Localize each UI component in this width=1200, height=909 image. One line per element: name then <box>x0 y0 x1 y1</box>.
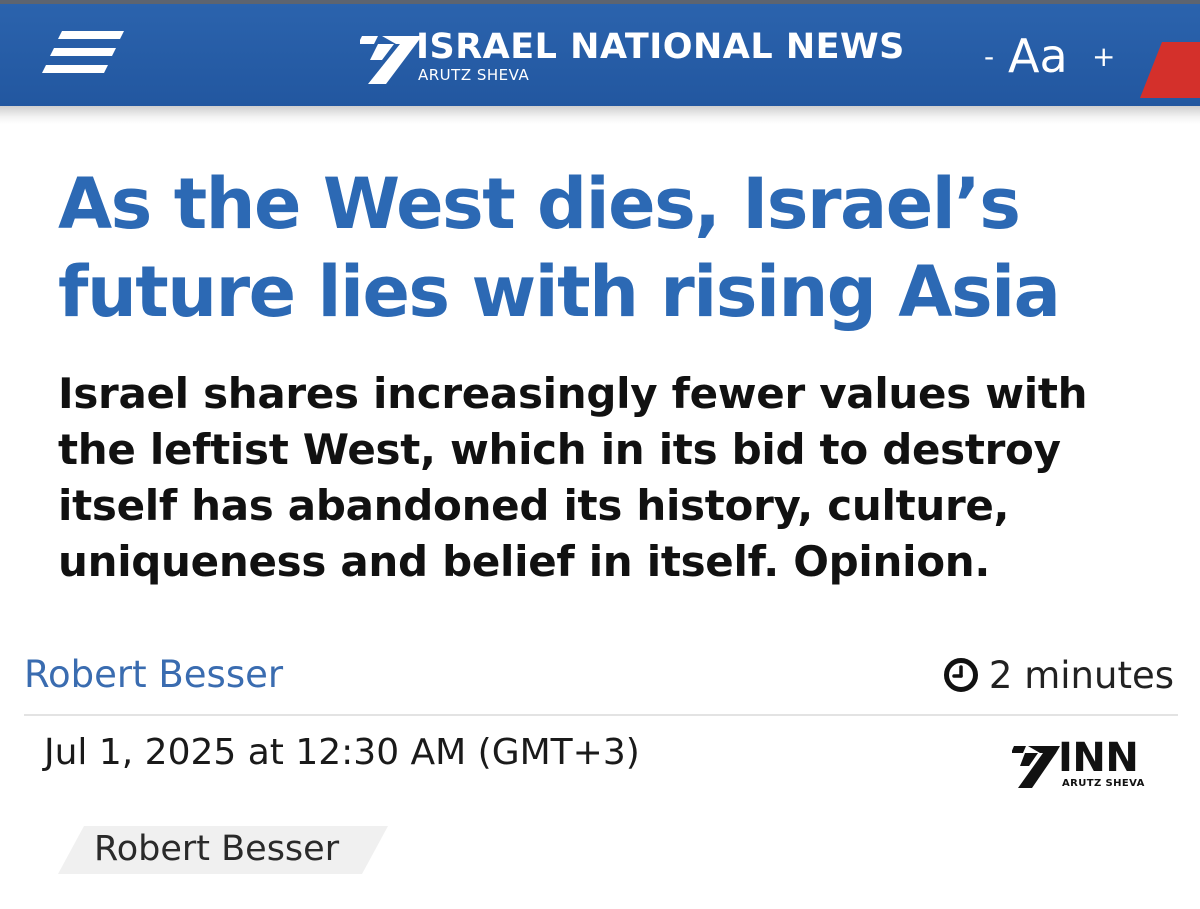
font-increase-button[interactable]: + <box>1092 42 1115 72</box>
brand-subtitle: ARUTZ SHEVA <box>418 66 530 84</box>
article-page: ISRAEL NATIONAL NEWS ARUTZ SHEVA - Aa + … <box>0 0 1200 909</box>
article-subtitle: Israel shares increasingly fewer values … <box>58 369 1088 586</box>
author-tag[interactable]: Robert Besser <box>58 826 388 874</box>
article-headline: As the West dies, Israel’s future lies w… <box>58 163 1061 333</box>
read-time-label: 2 minutes <box>988 653 1174 697</box>
inn-7-logo-icon <box>360 36 422 84</box>
header-shadow <box>0 106 1200 124</box>
inn-7-mark-icon <box>1012 746 1060 788</box>
hamburger-menu-icon <box>42 31 124 73</box>
menu-button[interactable] <box>40 28 130 82</box>
site-logo[interactable]: ISRAEL NATIONAL NEWS ARUTZ SHEVA <box>360 26 920 88</box>
author-link[interactable]: Robert Besser <box>24 652 283 698</box>
read-time: 2 minutes <box>943 652 1174 698</box>
font-decrease-button[interactable]: - <box>984 42 994 72</box>
font-size-label: Aa <box>1008 29 1068 83</box>
clock-icon <box>943 658 978 692</box>
inn-logo: INN ARUTZ SHEVA <box>1012 736 1152 792</box>
publish-date: Jul 1, 2025 at 12:30 AM (GMT+3) <box>44 732 640 773</box>
inn-logo-subtitle: ARUTZ SHEVA <box>1062 778 1145 789</box>
font-size-controls: - Aa + <box>982 28 1122 82</box>
accent-tab <box>1140 42 1200 98</box>
inn-logo-text: INN <box>1058 735 1139 781</box>
divider <box>24 714 1178 716</box>
brand-name: ISRAEL NATIONAL NEWS <box>416 27 905 67</box>
site-header: ISRAEL NATIONAL NEWS ARUTZ SHEVA - Aa + <box>0 0 1200 106</box>
author-tag-label: Robert Besser <box>94 829 340 869</box>
